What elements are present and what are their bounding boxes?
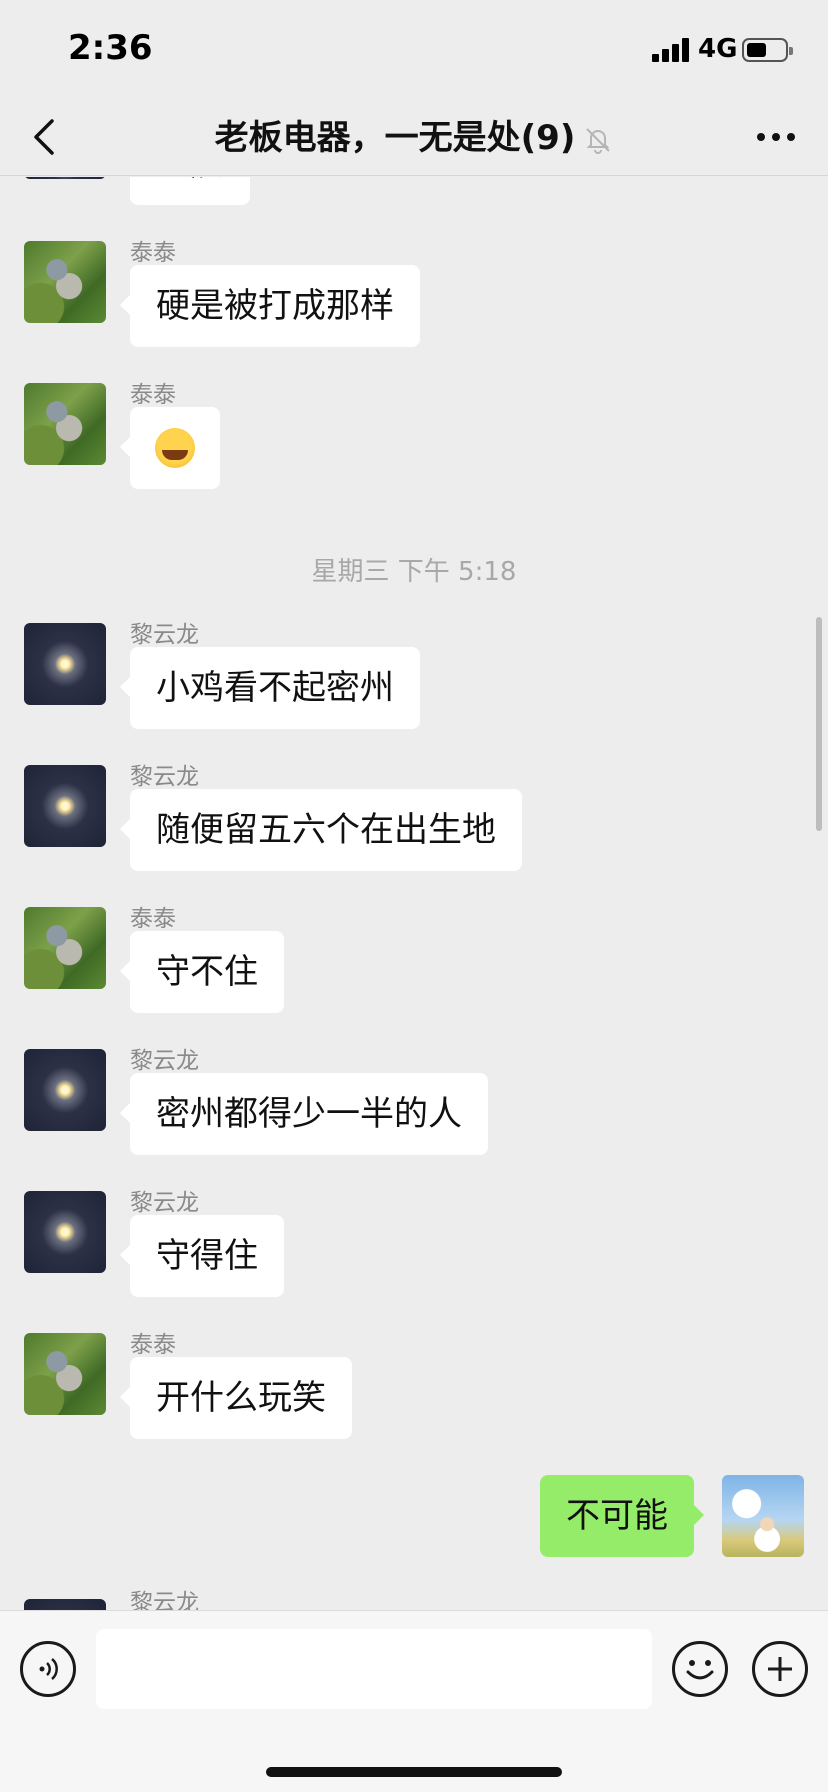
- message-text: 随便留五六个在出生地: [156, 810, 496, 850]
- message-text: 密州都得少一半的人: [156, 1094, 462, 1134]
- sender-name: 泰泰: [130, 382, 176, 408]
- timestamp: 星期三 下午 5:18: [311, 557, 517, 587]
- status-bar: 2:36 4G: [0, 0, 828, 100]
- laughing-face-emoji: [155, 427, 195, 468]
- my-avatar[interactable]: [722, 1475, 804, 1557]
- avatar[interactable]: [24, 1599, 106, 1610]
- sender-name: 泰泰: [130, 1332, 176, 1358]
- message-text: 开什么玩笑: [156, 1378, 326, 1418]
- avatar[interactable]: [24, 177, 106, 179]
- sender-name: 泰泰: [130, 906, 176, 932]
- avatar[interactable]: [24, 1049, 106, 1131]
- input-bar: [0, 1610, 828, 1792]
- cellular-signal-icon: [652, 38, 692, 62]
- sender-name: 黎云龙: [130, 764, 199, 790]
- bell-off-icon: [586, 127, 611, 154]
- more-actions-button[interactable]: [752, 1641, 808, 1697]
- avatar[interactable]: [24, 623, 106, 705]
- chat-title-text: 老板电器，一无是处(9): [214, 118, 576, 158]
- home-indicator[interactable]: [266, 1767, 562, 1777]
- avatar[interactable]: [24, 765, 106, 847]
- message-bubble[interactable]: 小鸡看不起密州: [120, 647, 420, 729]
- message-text: 星辰: [156, 177, 224, 184]
- message-bubble[interactable]: 硬是被打成那样: [120, 265, 420, 347]
- chat-title: 老板电器，一无是处(9): [0, 112, 828, 164]
- message-bubble[interactable]: [120, 407, 220, 489]
- message-bubble[interactable]: 星辰: [130, 177, 250, 205]
- avatar[interactable]: [24, 1191, 106, 1273]
- message-bubble[interactable]: 守得住: [120, 1215, 284, 1297]
- smiley-icon: [686, 1660, 714, 1680]
- message-text: 守不住: [156, 952, 258, 992]
- avatar[interactable]: [24, 383, 106, 465]
- voice-input-button[interactable]: [20, 1641, 76, 1697]
- message-bubble[interactable]: 守不住: [120, 931, 284, 1013]
- avatar[interactable]: [24, 1333, 106, 1415]
- chat-header: 老板电器，一无是处(9): [0, 100, 828, 176]
- avatar[interactable]: [24, 241, 106, 323]
- message-bubble[interactable]: 密州都得少一半的人: [120, 1073, 488, 1155]
- message-text: 小鸡看不起密州: [156, 668, 394, 708]
- message-text: 硬是被打成那样: [156, 286, 394, 326]
- message-text: 守得住: [156, 1236, 258, 1276]
- network-type: 4G: [698, 34, 738, 64]
- sender-name: 黎云龙: [130, 622, 199, 648]
- plus-icon: [768, 1657, 792, 1681]
- ellipsis-icon: [757, 133, 795, 141]
- avatar[interactable]: [24, 907, 106, 989]
- sender-name: 黎云龙: [130, 1590, 199, 1610]
- more-options-button[interactable]: [746, 112, 806, 162]
- battery-icon: [742, 38, 793, 62]
- scrollbar[interactable]: [816, 617, 822, 831]
- voice-icon: [39, 1658, 58, 1680]
- status-time: 2:36: [68, 28, 153, 68]
- my-message-bubble[interactable]: 不可能: [540, 1475, 704, 1557]
- message-input[interactable]: [96, 1629, 652, 1709]
- sender-name: 黎云龙: [130, 1048, 199, 1074]
- message-bubble[interactable]: 随便留五六个在出生地: [120, 789, 522, 871]
- emoji-button[interactable]: [672, 1641, 728, 1697]
- sender-name: 黎云龙: [130, 1190, 199, 1216]
- chat-message-list[interactable]: 星辰 泰泰 硬是被打成那样 泰泰 星期三 下午 5:18 黎云龙 小鸡看不起密州…: [0, 177, 828, 1610]
- message-text: 不可能: [566, 1496, 668, 1536]
- message-bubble[interactable]: 开什么玩笑: [120, 1357, 352, 1439]
- sender-name: 泰泰: [130, 240, 176, 266]
